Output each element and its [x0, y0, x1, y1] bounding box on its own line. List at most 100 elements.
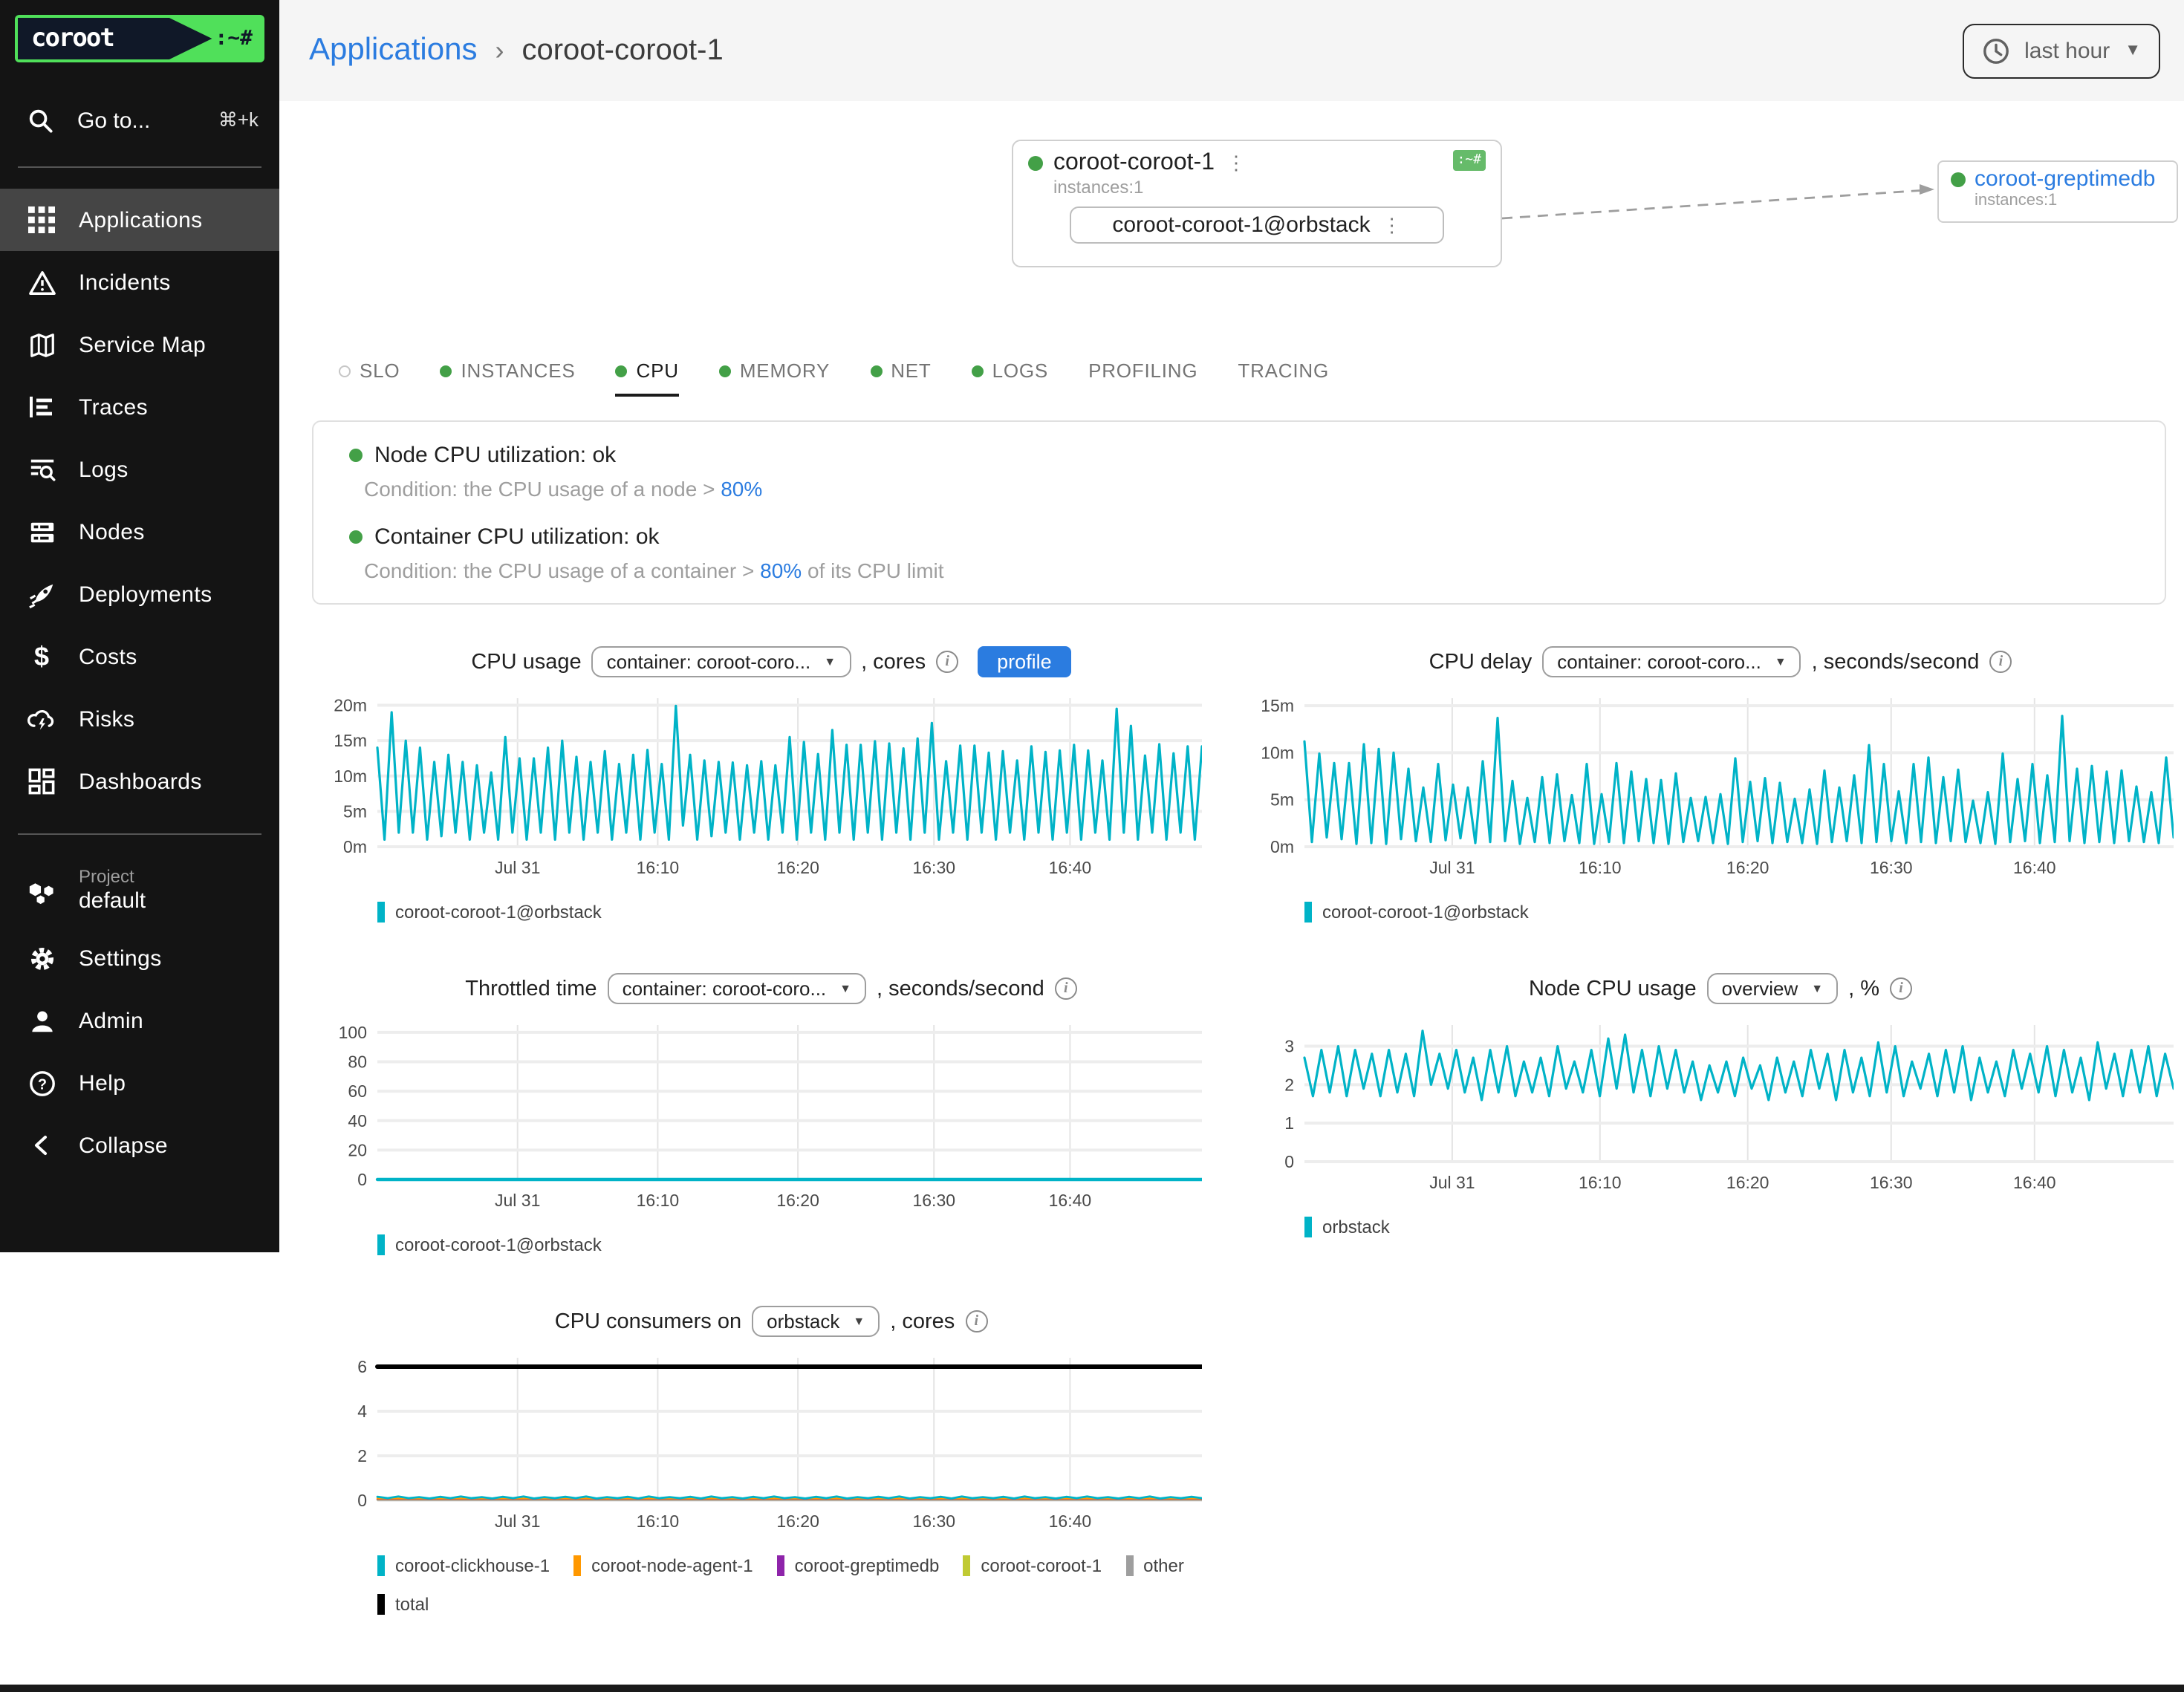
- sidebar-item-help[interactable]: ? Help: [0, 1052, 279, 1114]
- tab-status-dot: [616, 365, 628, 377]
- rocket-icon: [27, 580, 56, 608]
- cpu-delay-plot: Jul 3116:1016:2016:3016:400m5m10m15m: [1245, 689, 2184, 893]
- tab-cpu[interactable]: CPU: [616, 359, 679, 397]
- threshold-link[interactable]: 80%: [760, 559, 802, 582]
- chart-title: CPU consumers on orbstack▼ , cores i: [318, 1306, 1224, 1337]
- tab-instances[interactable]: INSTANCES: [440, 359, 575, 397]
- instance-chip[interactable]: coroot-coroot-1@orbstack ⋮: [1070, 206, 1444, 244]
- tab-memory[interactable]: MEMORY: [719, 359, 830, 397]
- tab-slo[interactable]: SLO: [339, 359, 400, 397]
- cpu-usage-chart: CPU usage container: coroot-coro...▼ , c…: [318, 646, 1224, 923]
- info-icon[interactable]: i: [936, 651, 958, 673]
- svg-text:16:10: 16:10: [637, 1191, 680, 1210]
- dollar-icon: $: [27, 643, 56, 670]
- sidebar-item-costs[interactable]: $ Costs: [0, 625, 279, 688]
- legend-entry[interactable]: coroot-coroot-1@orbstack: [1304, 902, 1529, 923]
- container-selector[interactable]: container: coroot-coro...▼: [608, 973, 866, 1004]
- coroot-logo[interactable]: coroot :~#: [15, 15, 264, 62]
- legend-color-bar: [377, 1234, 385, 1255]
- tab-tracing[interactable]: TRACING: [1238, 359, 1329, 397]
- legend-label: total: [395, 1594, 429, 1615]
- kebab-menu-icon[interactable]: ⋮: [1226, 152, 1246, 175]
- svg-text:60: 60: [348, 1081, 367, 1101]
- project-selector[interactable]: Project default: [0, 856, 279, 927]
- legend-entry[interactable]: total: [377, 1594, 429, 1615]
- container-selector[interactable]: container: coroot-coro...▼: [592, 646, 851, 677]
- container-selector[interactable]: container: coroot-coro...▼: [1542, 646, 1801, 677]
- sidebar-item-collapse[interactable]: Collapse: [0, 1114, 279, 1177]
- time-range-picker[interactable]: last hour ▼: [1962, 23, 2160, 78]
- legend-label: coroot-greptimedb: [795, 1555, 940, 1576]
- breadcrumb-current: coroot-coroot-1: [521, 33, 723, 68]
- legend-entry[interactable]: coroot-greptimedb: [777, 1555, 940, 1576]
- project-name: default: [79, 888, 146, 917]
- legend-entry[interactable]: coroot-coroot-1@orbstack: [377, 1234, 602, 1255]
- sidebar-divider: [18, 166, 261, 168]
- svg-text:Jul 31: Jul 31: [1429, 858, 1475, 877]
- info-icon[interactable]: i: [1055, 977, 1077, 1000]
- svg-text:16:40: 16:40: [1049, 1512, 1092, 1531]
- goto-search[interactable]: Go to... ⌘+k: [0, 95, 279, 146]
- tab-logs[interactable]: LOGS: [972, 359, 1048, 397]
- sidebar-item-logs[interactable]: Logs: [0, 438, 279, 501]
- chart-title: Throttled time container: coroot-coro...…: [318, 973, 1224, 1004]
- svg-text:0: 0: [357, 1170, 367, 1189]
- sidebar-item-service-map[interactable]: Service Map: [0, 313, 279, 376]
- tab-net[interactable]: NET: [870, 359, 931, 397]
- legend-color-bar: [573, 1555, 581, 1576]
- project-caption: Project: [79, 866, 146, 888]
- profile-button[interactable]: profile: [978, 646, 1071, 677]
- threshold-link[interactable]: 80%: [721, 477, 762, 501]
- sidebar-item-deployments[interactable]: Deployments: [0, 563, 279, 625]
- overview-selector[interactable]: overview▼: [1707, 973, 1838, 1004]
- cpu-checks-card: Node CPU utilization: ok Condition: the …: [312, 420, 2166, 605]
- upstream-app-link[interactable]: coroot-greptimedb: [1975, 166, 2155, 192]
- check-status-dot: [349, 449, 363, 462]
- svg-text:10m: 10m: [334, 767, 367, 786]
- info-icon[interactable]: i: [1989, 651, 2012, 673]
- svg-text:0: 0: [1284, 1152, 1294, 1171]
- chart-legend: coroot-clickhouse-1 coroot-node-agent-1 co…: [377, 1555, 1224, 1615]
- cpu-consumers-chart: CPU consumers on orbstack▼ , cores i Jul…: [318, 1306, 1224, 1615]
- svg-text:5m: 5m: [343, 801, 367, 821]
- legend-entry[interactable]: coroot-clickhouse-1: [377, 1555, 550, 1576]
- legend-color-bar: [377, 1594, 385, 1615]
- sidebar-item-dashboards[interactable]: Dashboards: [0, 750, 279, 813]
- legend-color-bar: [777, 1555, 784, 1576]
- svg-text:5m: 5m: [1270, 790, 1294, 810]
- svg-text:16:30: 16:30: [912, 1512, 955, 1531]
- charts-grid: CPU usage container: coroot-coro...▼ , c…: [279, 646, 2184, 1665]
- legend-entry[interactable]: coroot-node-agent-1: [573, 1555, 753, 1576]
- tab-profiling[interactable]: PROFILING: [1088, 359, 1197, 397]
- chart-legend: orbstack: [1304, 1217, 2184, 1237]
- legend-color-bar: [377, 1555, 385, 1576]
- sidebar-item-applications[interactable]: Applications: [0, 189, 279, 251]
- sidebar-item-incidents[interactable]: Incidents: [0, 251, 279, 313]
- info-icon[interactable]: i: [965, 1310, 987, 1333]
- legend-entry[interactable]: coroot-coroot-1@orbstack: [377, 902, 602, 923]
- sidebar-item-settings[interactable]: Settings: [0, 927, 279, 989]
- legend-entry[interactable]: orbstack: [1304, 1217, 1390, 1237]
- svg-text:16:30: 16:30: [1870, 1173, 1913, 1192]
- goto-shortcut: ⌘+k: [218, 108, 259, 132]
- info-icon[interactable]: i: [1890, 977, 1912, 1000]
- svg-text:Jul 31: Jul 31: [495, 1191, 540, 1210]
- legend-entry[interactable]: coroot-coroot-1: [963, 1555, 1102, 1576]
- svg-text:16:30: 16:30: [1870, 858, 1913, 877]
- breadcrumb-applications[interactable]: Applications: [309, 33, 477, 68]
- legend-entry[interactable]: other: [1125, 1555, 1184, 1576]
- sidebar-item-nodes[interactable]: Nodes: [0, 501, 279, 563]
- svg-text:16:30: 16:30: [912, 1191, 955, 1210]
- svg-text:16:10: 16:10: [1579, 858, 1622, 877]
- sidebar-item-traces[interactable]: Traces: [0, 376, 279, 438]
- sidebar-item-admin[interactable]: Admin: [0, 989, 279, 1052]
- chevron-down-icon: ▼: [2125, 42, 2141, 59]
- node-selector[interactable]: orbstack▼: [752, 1306, 880, 1337]
- tab-status-dot: [339, 365, 351, 377]
- tab-status-dot: [440, 365, 452, 377]
- kebab-menu-icon[interactable]: ⋮: [1382, 214, 1402, 238]
- svg-text:?: ?: [37, 1076, 46, 1093]
- svg-text:10m: 10m: [1261, 743, 1294, 762]
- svg-text:Jul 31: Jul 31: [495, 858, 540, 877]
- sidebar-item-risks[interactable]: Risks: [0, 688, 279, 750]
